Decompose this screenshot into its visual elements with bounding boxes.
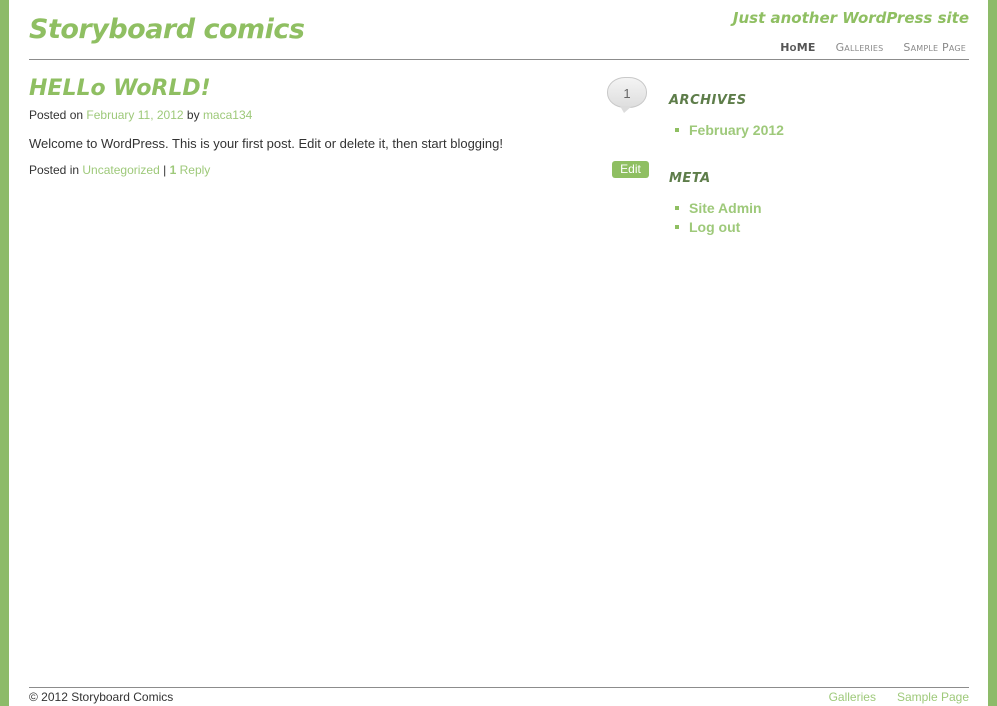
archive-link-february-2012[interactable]: February 2012: [669, 121, 784, 140]
footer-copyright: © 2012 Storyboard Comics: [29, 690, 174, 704]
meta-separator: |: [163, 163, 167, 177]
posted-in-label: Posted in: [29, 163, 80, 177]
meta-list: Site Admin Log out: [669, 199, 762, 237]
edit-post-button[interactable]: Edit: [612, 161, 649, 178]
reply-count[interactable]: 1: [170, 163, 177, 177]
header-divider: [29, 59, 969, 60]
category-link[interactable]: Uncategorized: [82, 163, 159, 177]
by-label: by: [186, 108, 200, 122]
footer-navigation: Galleries Sample Page: [829, 690, 969, 704]
archives-widget-title: ARCHIVES: [669, 93, 747, 108]
post-meta: Posted on February 11, 2012 by maca134: [29, 107, 252, 123]
log-out-link[interactable]: Log out: [669, 218, 762, 237]
page-container: Storyboard comics Just another WordPress…: [9, 0, 988, 706]
archives-list: February 2012: [669, 121, 784, 140]
primary-navigation: HoME Galleries Sample Page: [780, 40, 966, 56]
footer-divider: [29, 687, 969, 688]
site-tagline: Just another WordPress site: [732, 9, 969, 27]
nav-item-home[interactable]: HoME: [780, 40, 815, 56]
footer-link-sample-page[interactable]: Sample Page: [897, 690, 969, 704]
post-footer-meta: Posted in Uncategorized | 1 Reply: [29, 162, 210, 178]
site-title-link[interactable]: Storyboard comics: [29, 12, 305, 48]
post-title-link[interactable]: HELLo WoRLD!: [29, 74, 211, 104]
footer-link-galleries[interactable]: Galleries: [829, 690, 876, 704]
meta-widget-title: META: [669, 171, 711, 186]
post-date-link[interactable]: February 11, 2012: [86, 108, 183, 122]
site-admin-link[interactable]: Site Admin: [669, 199, 762, 218]
posted-on-label: Posted on: [29, 108, 84, 122]
post-content: Welcome to WordPress. This is your first…: [29, 136, 503, 151]
comment-count-bubble[interactable]: 1: [607, 77, 647, 113]
nav-item-galleries[interactable]: Galleries: [836, 40, 884, 56]
reply-link[interactable]: Reply: [180, 163, 211, 177]
nav-item-sample-page[interactable]: Sample Page: [903, 40, 966, 56]
post-author-link[interactable]: maca134: [203, 108, 252, 122]
